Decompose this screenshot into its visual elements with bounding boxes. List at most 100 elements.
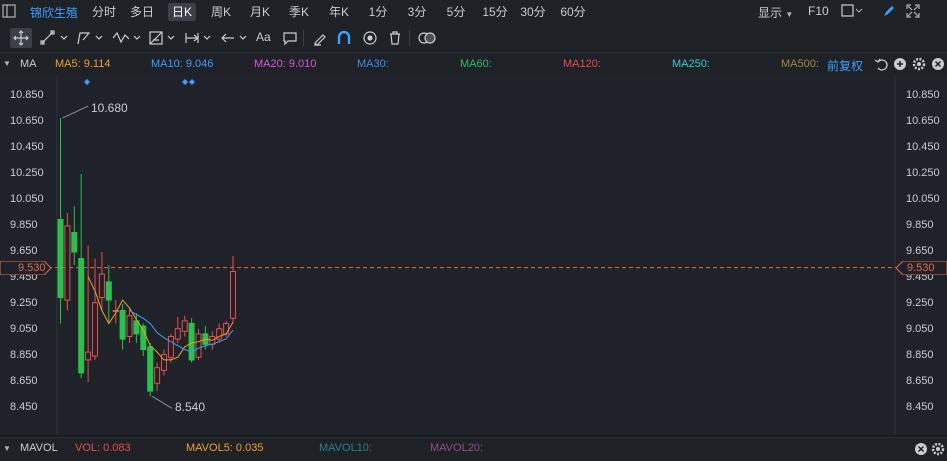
candle-body [161,354,167,371]
display-menu[interactable]: 显示 ▼ [758,4,793,21]
eraser-pen-icon[interactable] [312,30,328,46]
period-tab[interactable]: 多日 [128,3,156,21]
current-price-tag-right: 9.530 [896,261,947,275]
y-tick-label-right: 8.850 [906,349,934,361]
candle-body [195,333,202,358]
ma250-value: MA250: [672,58,710,70]
candle-body [105,281,112,301]
close-circle-icon[interactable] [914,442,928,456]
mavol-indicator-label[interactable]: MAVOL [20,442,58,454]
candle-body [188,323,195,361]
arrow-left-icon[interactable] [220,30,250,46]
candle-body [181,320,188,332]
y-tick-label-left: 10.250 [10,167,44,179]
candle-body [126,315,133,337]
y-tick-label-right: 10.450 [906,141,940,153]
period-tab[interactable]: 季K [285,3,313,21]
move-cross-icon[interactable] [10,28,32,48]
ma500-value: MA500: [781,58,819,70]
period-tab[interactable]: 3分 [405,3,429,21]
polyline-tool-icon[interactable] [76,30,106,46]
period-tab[interactable]: 日K [168,3,196,21]
candle-body [230,271,236,319]
ma60-value: MA60: [460,58,492,70]
low-leader-line [151,395,173,409]
y-tick-label-right: 8.450 [906,401,934,413]
period-tab[interactable]: 1分 [366,3,390,21]
mavol5-value: MAVOL5: 0.035 [186,442,264,454]
trash-icon[interactable] [387,30,403,46]
close-circle-icon[interactable] [931,57,945,71]
display-label: 显示 [758,6,783,20]
top-bar: 锦欣生殖 分时 多日 日K 周K 月K 季K 年K 1分 3分 5分 15分 30分 60分 显示 ▼ … [0,0,947,25]
current-price-right: 9.530 [907,262,935,274]
wave-tool-icon[interactable] [112,30,144,46]
text-tool-icon[interactable]: Aa [256,30,271,44]
y-tick-label-left: 10.450 [10,141,44,153]
ma120-value: MA120: [563,58,601,70]
current-price-left: 9.530 [18,262,46,274]
event-marker-icon [189,79,195,85]
comment-icon[interactable] [282,30,298,46]
high-leader-line [62,105,89,119]
ma-legend-bar: ▼ MA MA5: 9.114 MA10: 9.046 MA20: 9.010 … [0,53,947,75]
f10-button[interactable]: F10 [808,4,829,18]
toolbar-divider [303,30,304,46]
ma5-value: MA5: 9.114 [55,58,111,70]
y-tick-label-left: 9.850 [10,219,38,231]
add-circle-icon[interactable] [893,57,907,71]
candle-body [71,232,78,253]
candle-body [154,367,161,384]
draw-pen-icon[interactable] [881,3,897,19]
candle-body [85,351,92,361]
ma10-value: MA10: 9.046 [151,58,214,70]
period-tab[interactable]: 30分 [518,3,548,21]
event-marker-icon [182,79,188,85]
y-tick-label-left: 10.650 [10,115,44,127]
y-tick-label-left: 10.050 [10,193,44,205]
period-tab[interactable]: 5分 [444,3,468,21]
range-tool-icon[interactable] [184,30,214,46]
candle-body [98,273,105,299]
square-select-icon[interactable] [841,4,863,18]
y-tick-label-left: 9.050 [10,323,38,335]
magnet-icon[interactable] [336,30,352,46]
line-tool-icon[interactable] [40,30,70,46]
mavol20-value: MAVOL20: [430,442,483,454]
candle-body [64,225,71,301]
period-tab[interactable]: 年K [325,3,353,21]
eye-icon[interactable] [362,30,378,46]
period-tab[interactable]: 60分 [558,3,588,21]
y-tick-label-left: 10.850 [10,89,44,101]
period-tab[interactable]: 15分 [480,3,510,21]
period-tab[interactable]: 月K [246,3,274,21]
drawing-toolbar: Aa [0,24,947,53]
ma-indicator-label[interactable]: MA [20,58,37,70]
collapse-triangle-icon[interactable]: ▼ [3,444,11,453]
y-tick-label-right: 9.650 [906,245,934,257]
sidebar-toggle-icon[interactable] [2,4,16,18]
collapse-triangle-icon[interactable]: ▼ [3,59,11,68]
undo-icon[interactable] [874,57,888,71]
ma30-value: MA30: [357,58,389,70]
y-tick-label-right: 8.650 [906,375,934,387]
ma20-value: MA20: 9.010 [254,58,317,70]
settings-gear-icon[interactable] [912,57,926,71]
settings-gear-icon[interactable] [931,442,945,456]
adjust-mode-button[interactable]: 前复权 [827,57,863,74]
period-tab[interactable]: 分时 [90,3,118,21]
candle-body [174,328,181,340]
candle-body [119,310,126,340]
kline-svg[interactable] [0,75,947,435]
fib-tool-icon[interactable] [148,30,178,46]
candle-body [57,219,64,298]
kline-chart[interactable] [0,75,947,435]
y-tick-label-right: 9.850 [906,219,934,231]
stock-name[interactable]: 锦欣生殖 [30,4,78,21]
toggle-overlay-icon[interactable] [418,30,436,46]
mavol10-value: MAVOL10: [319,442,372,454]
fullscreen-icon[interactable] [905,3,921,19]
vol-value: VOL: 0.083 [75,442,131,454]
y-tick-label-right: 10.850 [906,89,940,101]
period-tab[interactable]: 周K [207,3,235,21]
